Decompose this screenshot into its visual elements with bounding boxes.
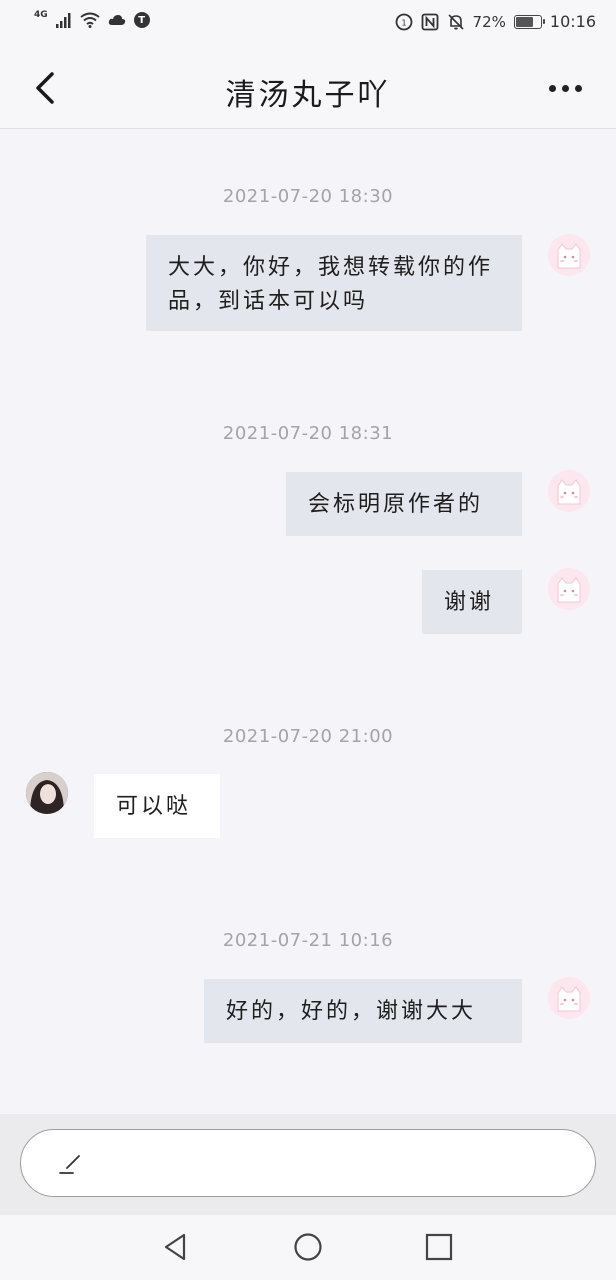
contact-photo-icon [26, 772, 68, 814]
cat-avatar-icon [548, 977, 590, 1019]
bell-off-icon [447, 13, 464, 30]
message-composer [0, 1114, 616, 1215]
status-left: 4G T [34, 10, 150, 28]
clock: 10:16 [549, 12, 596, 31]
message-bubble-sent[interactable]: 大大，你好，我想转载你的作品，到话本可以吗 [146, 235, 522, 331]
message-timestamp: 2021-07-20 18:30 [222, 186, 394, 207]
message-bubble-received[interactable]: 可以哒 [94, 774, 220, 838]
more-button[interactable] [542, 78, 582, 98]
circle-home-icon [294, 1233, 322, 1261]
battery-icon [513, 14, 545, 29]
wifi-icon [80, 12, 100, 28]
my-avatar[interactable] [548, 234, 590, 276]
contact-avatar[interactable] [26, 772, 68, 814]
svg-text:1: 1 [401, 18, 406, 27]
nfc-icon [421, 13, 438, 30]
my-avatar[interactable] [548, 470, 590, 512]
t-badge-icon: T [133, 12, 150, 28]
battery-percent: 72% [472, 12, 506, 31]
message-input[interactable] [20, 1129, 596, 1197]
nav-home-button[interactable] [292, 1231, 324, 1263]
cat-avatar-icon [548, 568, 590, 610]
signal-icon [55, 13, 71, 28]
pen-icon [59, 1155, 80, 1174]
message-timestamp: 2021-07-20 18:31 [222, 423, 394, 444]
status-right: 1 72% 10:16 [395, 12, 596, 31]
more-horizontal-icon [549, 84, 556, 92]
square-recents-icon [425, 1233, 453, 1261]
nav-recents-button[interactable] [423, 1231, 455, 1263]
page-title: 清汤丸子吖 [225, 78, 391, 113]
more-horizontal-icon [575, 84, 582, 92]
triangle-back-icon [164, 1233, 186, 1261]
message-bubble-sent[interactable]: 会标明原作者的 [286, 472, 522, 536]
data-saver-icon: 1 [395, 13, 412, 30]
message-list[interactable]: 2021-07-20 18:30 大大，你好，我想转载你的作品，到话本可以吗 2… [0, 129, 616, 1114]
battery-level [515, 16, 534, 27]
cloud-icon [108, 15, 125, 25]
cat-avatar-icon [548, 470, 590, 512]
more-horizontal-icon [562, 84, 569, 92]
message-timestamp: 2021-07-21 10:16 [222, 930, 394, 951]
message-timestamp: 2021-07-20 21:00 [222, 726, 394, 747]
system-nav-bar [0, 1215, 616, 1280]
my-avatar[interactable] [548, 977, 590, 1019]
network-type: 4G [34, 10, 48, 20]
cat-avatar-icon [548, 234, 590, 276]
nav-back-button[interactable] [160, 1231, 192, 1263]
chat-header: 清汤丸子吖 [0, 46, 616, 129]
message-bubble-sent[interactable]: 好的，好的，谢谢大大 [204, 979, 522, 1043]
message-bubble-sent[interactable]: 谢谢 [422, 570, 522, 634]
my-avatar[interactable] [548, 568, 590, 610]
status-bar: 4G T 1 72% 10:16 [0, 0, 616, 46]
